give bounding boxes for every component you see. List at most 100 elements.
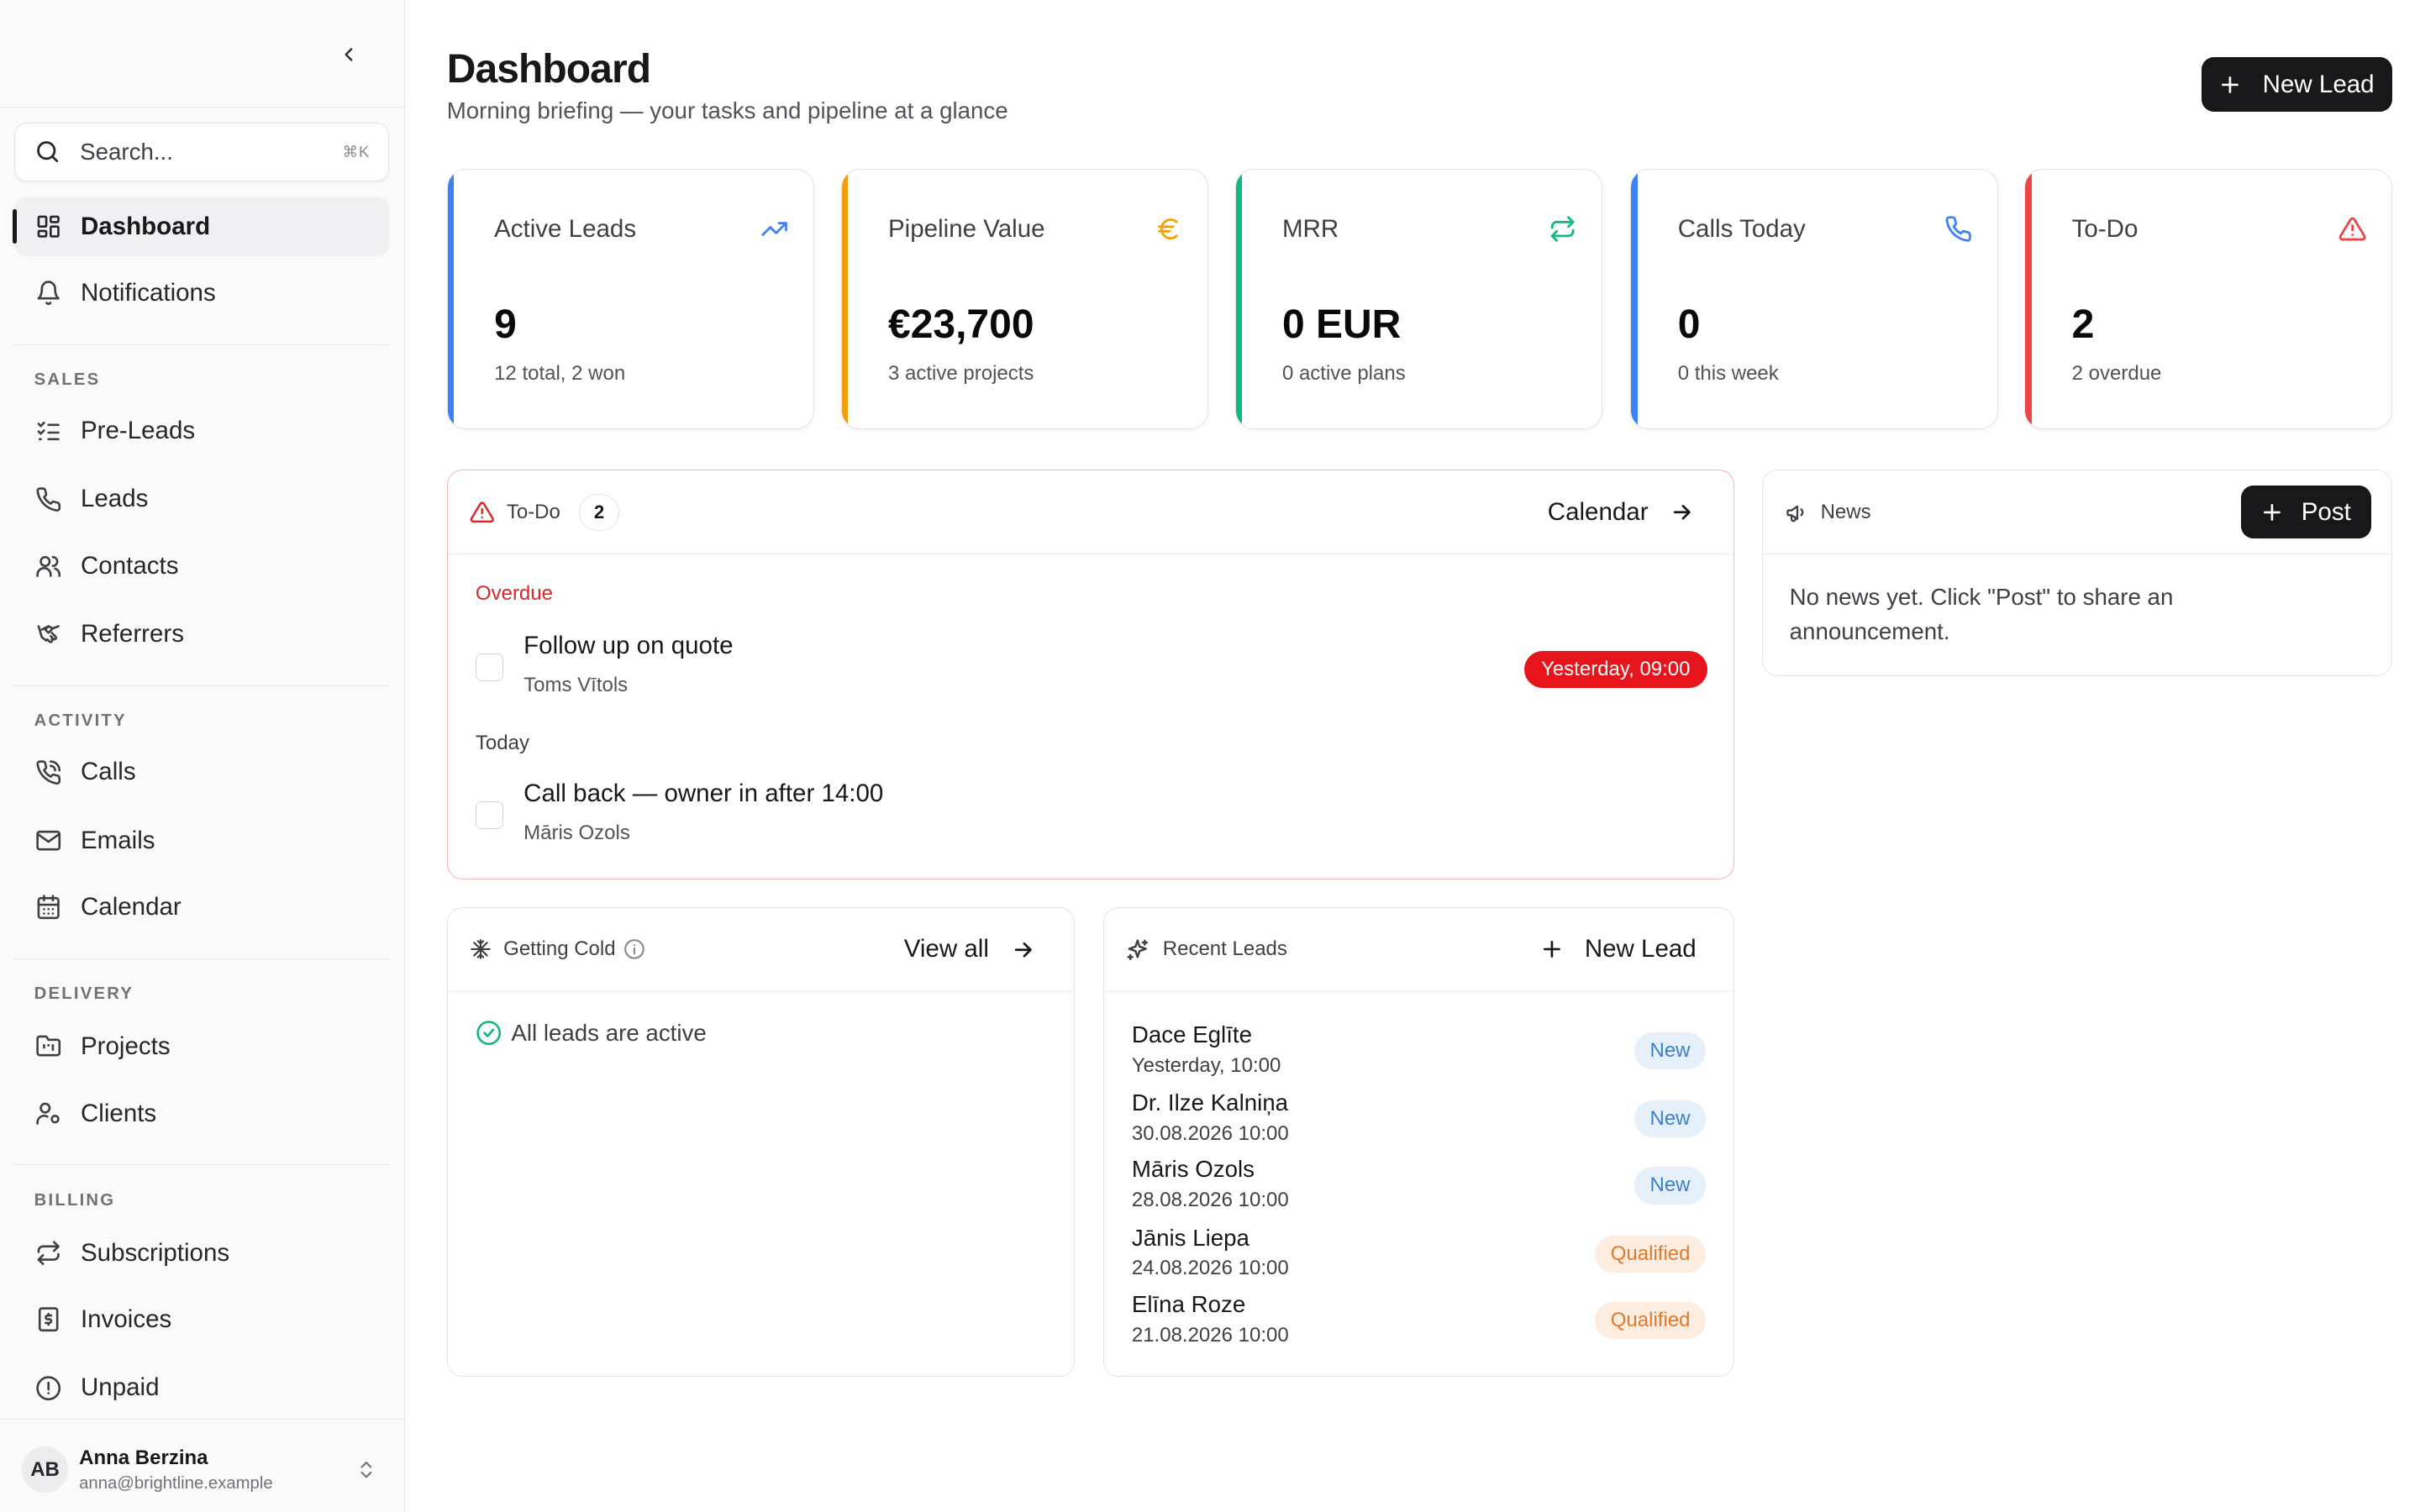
sparkles-icon xyxy=(1127,939,1149,960)
todo-card: To-Do 2 Calendar Overdue Follow up on qu… xyxy=(446,470,1735,879)
stat-subtext: 0 this week xyxy=(1677,362,1779,386)
sidebar-item-calls[interactable]: Calls xyxy=(14,743,390,801)
sidebar-item-label: Emails xyxy=(80,826,155,854)
stat-value: 9 xyxy=(494,302,517,348)
snowflake-icon xyxy=(470,939,491,960)
calendar-link-label: Calendar xyxy=(1547,497,1649,526)
group-label-sales: SALES xyxy=(34,370,101,390)
plus-icon xyxy=(2219,74,2241,96)
stat-label: To-Do xyxy=(2071,214,2139,243)
stat-label: Active Leads xyxy=(494,214,637,243)
task-title[interactable]: Call back — owner in after 14:00 xyxy=(523,780,883,808)
today-label: Today xyxy=(475,731,529,754)
sidebar-item-clients[interactable]: Clients xyxy=(14,1084,390,1142)
megaphone-icon xyxy=(1786,505,1804,522)
search-placeholder: Search... xyxy=(80,138,173,165)
getting-cold-title: Getting Cold xyxy=(503,937,616,961)
stat-value: 0 xyxy=(1677,302,1701,348)
task-item: Call back — owner in after 14:00 Māris O… xyxy=(475,780,1707,848)
plus-icon xyxy=(1544,941,1561,958)
info-icon[interactable] xyxy=(623,938,645,960)
sidebar-item-dashboard[interactable]: Dashboard xyxy=(12,197,390,256)
lead-row[interactable]: Dace Eglīte Yesterday, 10:00 New xyxy=(1132,1021,1706,1084)
stat-subtext: 12 total, 2 won xyxy=(494,362,626,386)
sidebar-item-referrers[interactable]: Referrers xyxy=(14,605,390,664)
status-badge: Qualified xyxy=(1595,1301,1706,1340)
sidebar-item-pre-leads[interactable]: Pre-Leads xyxy=(14,402,390,460)
check-circle-icon xyxy=(476,1021,501,1046)
sidebar-item-label: Projects xyxy=(80,1032,171,1061)
sidebar-item-label: Clients xyxy=(80,1099,157,1127)
new-lead-label: New Lead xyxy=(2262,70,2375,98)
trending-up-icon xyxy=(760,213,791,244)
lead-date: 24.08.2026 10:00 xyxy=(1131,1257,1289,1280)
page-title: Dashboard xyxy=(446,47,651,92)
stat-card-calls-today: Calls Today 0 0 this week xyxy=(1630,169,1998,430)
recent-leads-card: Recent Leads New Lead Dace Eglīte Yester… xyxy=(1102,907,1735,1378)
lead-name: Māris Ozols xyxy=(1131,1156,1255,1183)
sidebar-item-unpaid[interactable]: Unpaid xyxy=(14,1358,390,1417)
sidebar-item-label: Referrers xyxy=(80,620,184,648)
task-checkbox[interactable] xyxy=(475,801,504,829)
stat-card-to-do: To-Do 2 2 overdue xyxy=(2024,169,2392,430)
plus-icon xyxy=(2261,501,2283,523)
folder-kanban-icon xyxy=(34,1033,62,1061)
lead-row[interactable]: Jānis Liepa 24.08.2026 10:00 Qualified xyxy=(1132,1225,1706,1287)
user-menu[interactable]: AB Anna Berzina anna@brightline.example xyxy=(0,1419,405,1512)
sidebar-item-label: Contacts xyxy=(80,551,179,580)
due-badge: Yesterday, 09:00 xyxy=(1523,650,1707,688)
task-checkbox[interactable] xyxy=(475,654,504,682)
arrow-right-icon xyxy=(1014,942,1032,958)
task-title[interactable]: Follow up on quote xyxy=(523,632,733,660)
status-badge: New xyxy=(1634,1100,1706,1138)
sidebar-item-contacts[interactable]: Contacts xyxy=(14,537,390,596)
avatar: AB xyxy=(21,1446,69,1494)
recent-new-lead-button[interactable]: New Lead xyxy=(1541,935,1697,963)
news-empty-text: No news yet. Click "Post" to share an an… xyxy=(1789,584,2174,645)
new-lead-button[interactable]: New Lead xyxy=(2201,57,2392,112)
receipt-icon xyxy=(34,1305,62,1333)
stat-label: Calls Today xyxy=(1677,214,1806,243)
sidebar-item-emails[interactable]: Emails xyxy=(14,811,390,870)
post-button[interactable]: Post xyxy=(2240,486,2371,539)
overdue-label: Overdue xyxy=(475,582,553,606)
sidebar-item-leads[interactable]: Leads xyxy=(14,470,390,528)
phone-icon xyxy=(34,486,62,513)
lead-row[interactable]: Dr. Ilze Kalniņa 30.08.2026 10:00 New xyxy=(1132,1089,1706,1152)
arrow-right-icon xyxy=(1674,504,1691,520)
alert-triangle-icon xyxy=(2337,213,2368,244)
sidebar-item-notifications[interactable]: Notifications xyxy=(14,264,390,323)
todo-count-badge: 2 xyxy=(579,493,620,531)
lead-name: Dr. Ilze Kalniņa xyxy=(1131,1089,1289,1116)
bell-icon xyxy=(34,279,62,307)
sidebar-divider xyxy=(13,958,390,959)
calendar-link[interactable]: Calendar xyxy=(1548,498,1695,527)
collapse-sidebar-button[interactable] xyxy=(332,37,366,71)
sidebar-item-label: Calendar xyxy=(80,893,182,921)
stat-subtext: 3 active projects xyxy=(888,362,1034,386)
stat-subtext: 2 overdue xyxy=(2071,362,2162,386)
lead-row[interactable]: Elīna Roze 21.08.2026 10:00 Qualified xyxy=(1132,1291,1706,1353)
sidebar-item-subscriptions[interactable]: Subscriptions xyxy=(14,1224,390,1283)
sidebar-item-calendar[interactable]: Calendar xyxy=(14,878,390,937)
stat-card-mrr: MRR 0 EUR 0 active plans xyxy=(1234,169,1603,430)
lead-row[interactable]: Māris Ozols 28.08.2026 10:00 New xyxy=(1132,1156,1706,1218)
sidebar-item-invoices[interactable]: Invoices xyxy=(14,1290,390,1349)
stat-value: 0 EUR xyxy=(1281,302,1402,348)
sidebar-item-label: Pre-Leads xyxy=(80,417,196,445)
lead-date: Yesterday, 10:00 xyxy=(1131,1053,1281,1077)
search-input[interactable]: Search... ⌘K xyxy=(13,122,390,181)
sidebar-item-label: Unpaid xyxy=(80,1373,160,1402)
alert-circle-icon xyxy=(34,1374,62,1402)
alert-triangle-icon xyxy=(470,501,494,523)
sidebar-item-projects[interactable]: Projects xyxy=(14,1017,390,1076)
task-item: Follow up on quote Toms Vītols Yesterday… xyxy=(475,632,1707,700)
recent-leads-header: Recent Leads New Lead xyxy=(1103,908,1734,992)
sidebar-item-label: Invoices xyxy=(80,1305,172,1334)
group-label-billing: BILLING xyxy=(34,1190,116,1210)
euro-icon xyxy=(1154,213,1185,244)
view-all-link[interactable]: View all xyxy=(904,935,1036,963)
status-badge: Qualified xyxy=(1595,1235,1706,1273)
repeat-icon xyxy=(1548,213,1579,244)
layout-dashboard-icon xyxy=(34,213,62,240)
